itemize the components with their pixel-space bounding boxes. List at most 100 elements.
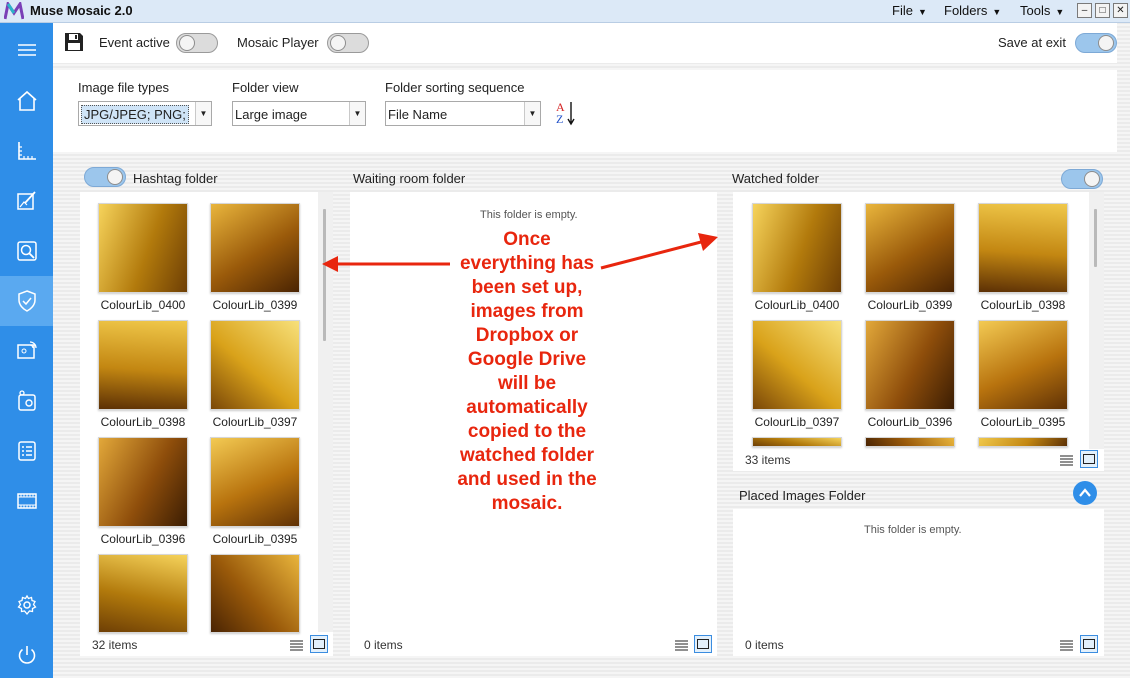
- save-icon[interactable]: [63, 31, 85, 53]
- close-button[interactable]: ✕: [1113, 3, 1128, 18]
- list-view-button[interactable]: [1057, 451, 1075, 469]
- thumbnail-image[interactable]: [752, 320, 842, 410]
- maximize-button[interactable]: □: [1095, 3, 1110, 18]
- menu-folders[interactable]: Folders ▼: [944, 3, 1001, 18]
- thumbnail-label: ColourLib_0397: [212, 415, 298, 429]
- event-active-toggle[interactable]: [176, 33, 218, 53]
- thumbnail-image[interactable]: [210, 437, 300, 527]
- thumbnail-view-button[interactable]: [1080, 450, 1098, 468]
- list-view-button[interactable]: [1057, 636, 1075, 654]
- hashtag-folder-title: Hashtag folder: [133, 171, 218, 186]
- toggle-knob: [1084, 171, 1100, 187]
- list-icon: [1059, 455, 1073, 465]
- scrollbar-thumb[interactable]: [1094, 209, 1097, 267]
- list-view-button[interactable]: [287, 636, 305, 654]
- save-at-exit-toggle[interactable]: [1075, 33, 1117, 53]
- toggle-knob: [107, 169, 123, 185]
- sidebar-item-checklist[interactable]: [0, 426, 53, 476]
- thumbnail-image[interactable]: [210, 554, 300, 633]
- thumbnail-image[interactable]: [210, 203, 300, 293]
- thumbnail-image[interactable]: [865, 320, 955, 410]
- watched-scrollbar[interactable]: [1089, 192, 1104, 449]
- chevron-down-icon: ▼: [917, 7, 927, 17]
- watched-count: 33 items: [745, 453, 791, 467]
- thumbnail-label: ColourLib_0397: [754, 415, 840, 429]
- thumbnail-image[interactable]: [978, 203, 1068, 293]
- title-bar: Muse Mosaic 2.0 File ▼ Folders ▼ Tools ▼ – …: [0, 0, 1130, 23]
- menu-tools-label: Tools: [1020, 3, 1051, 18]
- shield-icon: [17, 290, 36, 312]
- home-icon: [16, 90, 37, 111]
- thumbnail-view-button[interactable]: [1080, 635, 1098, 653]
- list-icon: [289, 640, 303, 650]
- cast-icon: [16, 341, 37, 359]
- mosaic-player-toggle[interactable]: [327, 33, 369, 53]
- annotation-text: Once everything has been set up, images …: [457, 229, 597, 514]
- sorting-select[interactable]: File Name ▼: [385, 101, 541, 126]
- arrow-down-icon: [567, 102, 575, 126]
- thumbnail-image[interactable]: [978, 437, 1068, 447]
- waiting-room-empty: This folder is empty.: [480, 209, 578, 221]
- file-types-value: JPG/JPEG; PNG;: [81, 105, 189, 124]
- sidebar-item-home[interactable]: [0, 76, 53, 126]
- thumbnail-image[interactable]: [98, 554, 188, 633]
- thumbnail-view-icon: [313, 639, 325, 649]
- menu-folders-label: Folders: [944, 3, 988, 18]
- thumbnail-image[interactable]: [978, 320, 1068, 410]
- chevron-down-icon: ▼: [524, 102, 540, 125]
- sidebar-item-image-settings[interactable]: [0, 376, 53, 426]
- ruler-icon: [17, 142, 36, 160]
- sidebar-item-video[interactable]: [0, 476, 53, 526]
- menu-file-label: File: [892, 3, 913, 18]
- sidebar: [0, 23, 53, 678]
- minimize-button[interactable]: –: [1077, 3, 1092, 18]
- sidebar-item-search[interactable]: [0, 226, 53, 276]
- thumbnail-image[interactable]: [98, 437, 188, 527]
- thumbnail-image[interactable]: [752, 203, 842, 293]
- thumbnail-label: ColourLib_0400: [754, 298, 840, 312]
- sidebar-item-settings[interactable]: [0, 580, 53, 630]
- thumbnail-image[interactable]: [98, 203, 188, 293]
- watched-folder-toggle[interactable]: [1061, 169, 1103, 189]
- toggle-knob: [1098, 35, 1114, 51]
- toolbar: Event active Mosaic Player Save at exit: [53, 23, 1117, 63]
- chevron-down-icon: ▼: [195, 102, 211, 125]
- arrow-right-icon: [600, 233, 718, 270]
- list-view-button[interactable]: [672, 636, 690, 654]
- image-settings-icon: [17, 390, 36, 411]
- placed-images-empty: This folder is empty.: [864, 524, 962, 536]
- settings-bar: Image file types JPG/JPEG; PNG; ▼ Folder…: [53, 70, 1117, 152]
- thumbnail-image[interactable]: [98, 320, 188, 410]
- edit-image-icon: [16, 191, 36, 210]
- collapse-button[interactable]: [1073, 481, 1097, 505]
- sidebar-item-measure[interactable]: [0, 126, 53, 176]
- power-icon: [18, 646, 35, 664]
- checklist-icon: [17, 441, 36, 461]
- thumbnail-label: ColourLib_0396: [100, 532, 186, 546]
- placed-images-title: Placed Images Folder: [739, 488, 866, 503]
- menu-tools[interactable]: Tools ▼: [1020, 3, 1064, 18]
- thumbnail-view-button[interactable]: [694, 635, 712, 653]
- hashtag-count: 32 items: [92, 638, 138, 652]
- thumbnail-view-button[interactable]: [310, 635, 328, 653]
- waiting-room-title: Waiting room folder: [353, 171, 466, 186]
- file-types-select[interactable]: JPG/JPEG; PNG; ▼: [78, 101, 212, 126]
- folder-view-select[interactable]: Large image ▼: [232, 101, 366, 126]
- sidebar-item-edit[interactable]: [0, 176, 53, 226]
- menu-file[interactable]: File ▼: [892, 3, 927, 18]
- hashtag-folder-toggle[interactable]: [84, 167, 126, 187]
- thumbnail-image[interactable]: [210, 320, 300, 410]
- gear-icon: [16, 594, 37, 616]
- sorting-value: File Name: [388, 107, 448, 122]
- sidebar-menu-toggle[interactable]: [0, 25, 53, 75]
- thumbnail-label: ColourLib_0399: [212, 298, 298, 312]
- thumbnail-image[interactable]: [752, 437, 842, 447]
- sort-direction-button[interactable]: A Z: [554, 100, 578, 128]
- thumbnail-image[interactable]: [865, 203, 955, 293]
- sidebar-item-moderation[interactable]: [0, 276, 53, 326]
- sidebar-item-cast[interactable]: [0, 326, 53, 376]
- placed-images-count: 0 items: [745, 638, 784, 652]
- thumbnail-image[interactable]: [865, 437, 955, 447]
- chevron-down-icon: ▼: [349, 102, 365, 125]
- sidebar-item-power[interactable]: [0, 630, 53, 678]
